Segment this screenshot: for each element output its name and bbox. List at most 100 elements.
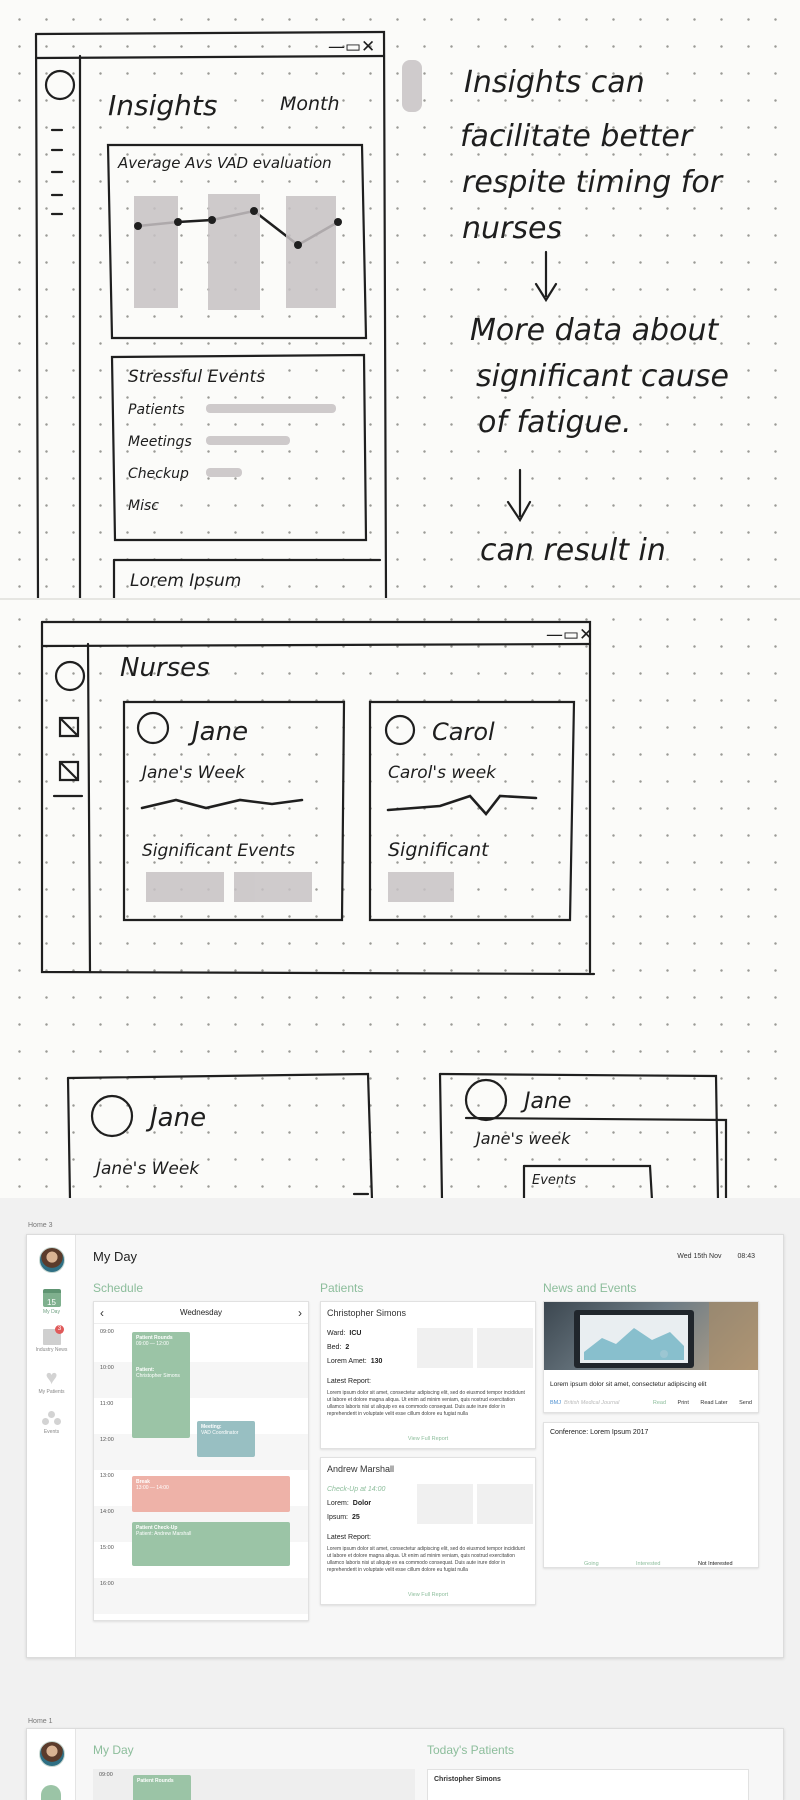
print-button[interactable]: Print xyxy=(678,1400,689,1406)
frame-label: Home 3 xyxy=(28,1222,53,1229)
current-time: 08:43 xyxy=(737,1253,755,1260)
sketch-window-controls: —▭✕ xyxy=(546,625,593,645)
news-source: BMJ British Medical Journal xyxy=(550,1400,620,1406)
prev-day-button[interactable]: ‹ xyxy=(100,1302,104,1324)
sketch-nurses-title: Nurses xyxy=(120,653,210,683)
schedule-day: Wednesday xyxy=(179,1308,223,1317)
sketch-nurse-week: Carol's week xyxy=(388,763,497,783)
patient-name: Andrew Marshall xyxy=(327,1464,395,1474)
schedule-event[interactable]: Patient Check-Up Patient: Andrew Marshal… xyxy=(132,1522,290,1566)
sketch-nurse-week: Jane's Week xyxy=(93,1159,200,1179)
date-time: Wed 15th Nov 08:43 xyxy=(663,1253,755,1260)
schedule-heading: Schedule xyxy=(93,1281,144,1295)
event-title: Patient Rounds xyxy=(137,1778,174,1784)
latest-report-text: Lorem ipsum dolor sit amet, consectetur … xyxy=(327,1390,525,1417)
nav-rail xyxy=(27,1729,76,1800)
sketch-event-row: Patients xyxy=(128,402,185,418)
notification-badge: 3 xyxy=(55,1325,64,1334)
view-full-report-link[interactable]: View Full Report xyxy=(321,1592,535,1598)
avatar[interactable] xyxy=(39,1741,65,1767)
hour-label: 13:00 xyxy=(100,1473,114,1479)
calendar-icon[interactable] xyxy=(41,1785,61,1800)
sketch-nurse-week: Jane's Week xyxy=(139,763,246,783)
mockup-area: Home 3 15 My Day 3 Industry News ♥ My Pa… xyxy=(0,1198,800,1800)
page-title: My Day xyxy=(93,1249,138,1264)
sketch-insights-title: Insights xyxy=(108,89,217,122)
sketch-nurse-events: Significant Events xyxy=(142,841,295,861)
not-interested-button[interactable]: Not Interested xyxy=(698,1561,733,1567)
people-icon xyxy=(41,1411,62,1427)
event-card[interactable]: Conference: Lorem Ipsum 2017 Going Inter… xyxy=(543,1422,759,1568)
patient-field: Lorem Amet: 130 xyxy=(327,1358,383,1365)
patient-card[interactable]: Christopher Simons Ward: ICU Bed: 2 Lorem … xyxy=(320,1301,536,1449)
news-actions: Read Print Read Later Send xyxy=(643,1400,752,1406)
page-title: My Day xyxy=(93,1743,134,1757)
patient-card[interactable]: Andrew Marshall Check-Up at 14:00 Lorem:… xyxy=(320,1457,536,1605)
schedule-event[interactable]: Break 13:00 — 14:00 xyxy=(132,1476,290,1512)
going-button[interactable]: Going xyxy=(584,1561,599,1567)
schedule-event[interactable]: Patient Rounds 09:00 — 12:00 Patient: Ch… xyxy=(132,1332,190,1438)
home-3-frame: 15 My Day 3 Industry News ♥ My Patients … xyxy=(26,1234,784,1658)
frame-label: Home 1 xyxy=(28,1718,53,1725)
sketch-note-line: Insights can xyxy=(464,65,645,100)
patient-thumbnail xyxy=(417,1484,473,1524)
current-date: Wed 15th Nov xyxy=(677,1253,722,1260)
sketch-nurse-week: Jane's week xyxy=(473,1129,571,1148)
patient-field: Ward: ICU xyxy=(327,1330,362,1337)
news-meta: BMJ British Medical Journal Read Print Re… xyxy=(550,1400,752,1406)
nav-item-my-day[interactable]: 15 My Day xyxy=(27,1289,76,1315)
nav-item-events[interactable]: Events xyxy=(27,1411,76,1435)
sketch-insights: —▭✕ Insights Month Average Avs VAD evalu… xyxy=(0,0,800,598)
insights-wireframe-drawing: —▭✕ Insights Month Average Avs VAD evalu… xyxy=(34,30,729,598)
sketch-nurse-events: Events xyxy=(532,1173,576,1188)
hour-label: 16:00 xyxy=(100,1581,114,1587)
patient-thumbnail xyxy=(417,1328,473,1368)
patient-thumbnail xyxy=(477,1484,533,1524)
sketch-events-title: Stressful Events xyxy=(128,367,265,387)
dashboard-photo xyxy=(574,1302,758,1370)
sketch-bottom-card: Lorem Ipsum xyxy=(130,571,241,591)
read-later-button[interactable]: Read Later xyxy=(700,1400,727,1406)
todays-patients-heading: Today's Patients xyxy=(427,1743,515,1757)
schedule-grid: 09:00 10:00 11:00 12:00 13:00 14:00 15:0… xyxy=(94,1326,308,1620)
nav-item-industry-news[interactable]: 3 Industry News xyxy=(27,1325,76,1353)
patient-name: Christopher Simons xyxy=(434,1776,501,1783)
avatar[interactable] xyxy=(39,1247,65,1273)
nav-item-my-patients[interactable]: ♥ My Patients xyxy=(27,1367,76,1395)
heart-icon: ♥ xyxy=(45,1367,58,1389)
sketch-chart-title: Average Avs VAD evaluation xyxy=(117,154,332,172)
hour-label: 10:00 xyxy=(100,1365,114,1371)
nurses-wireframe-drawing: —▭✕ Nurses Jane Jane's Week Significant … xyxy=(40,620,728,1198)
patient-name: Christopher Simons xyxy=(327,1308,407,1318)
sketch-note-line: of fatigue. xyxy=(478,405,632,440)
sketch-event-row: Meetings xyxy=(128,434,192,450)
patient-field: Ipsum: 25 xyxy=(327,1514,360,1521)
hour-label: 09:00 xyxy=(100,1329,114,1335)
schedule-card: ‹ Wednesday › 09:00 10:00 11:00 12:00 13… xyxy=(93,1301,309,1621)
sketch-period-select: Month xyxy=(280,93,340,115)
sketch-note-line: facilitate better xyxy=(460,119,694,154)
send-button[interactable]: Send xyxy=(739,1400,752,1406)
schedule-event[interactable]: Meeting: VAD Coordinator xyxy=(197,1421,255,1457)
schedule-panel: 09:00 Patient Rounds xyxy=(93,1769,415,1800)
interested-button[interactable]: Interested xyxy=(636,1561,660,1567)
sketch-nurse-name: Jane xyxy=(145,1103,206,1133)
schedule-event[interactable]: Patient Rounds xyxy=(133,1775,191,1800)
patient-card[interactable]: Christopher Simons xyxy=(427,1769,749,1800)
patients-heading: Patients xyxy=(320,1281,364,1295)
read-button[interactable]: Read xyxy=(653,1400,666,1406)
latest-report-text: Lorem ipsum dolor sit amet, consectetur … xyxy=(327,1546,525,1573)
news-article-card[interactable]: Lorem ipsum dolor sit amet, consectetur … xyxy=(543,1301,759,1413)
sketch-nurses: —▭✕ Nurses Jane Jane's Week Significant … xyxy=(0,598,800,1198)
sketch-note-line: nurses xyxy=(462,211,562,246)
hour-label: 09:00 xyxy=(99,1772,113,1778)
sketch-nurse-name: Jane xyxy=(520,1089,571,1114)
next-day-button[interactable]: › xyxy=(298,1302,302,1324)
sketch-nurse-name: Carol xyxy=(432,718,495,746)
event-subtitle: 13:00 — 14:00 xyxy=(136,1485,169,1491)
patient-field: Lorem: Dolor xyxy=(327,1500,372,1507)
view-full-report-link[interactable]: View Full Report xyxy=(321,1436,535,1442)
sketch-note-line: More data about xyxy=(470,313,719,348)
hour-label: 12:00 xyxy=(100,1437,114,1443)
sketch-event-row: Misc xyxy=(128,498,159,514)
